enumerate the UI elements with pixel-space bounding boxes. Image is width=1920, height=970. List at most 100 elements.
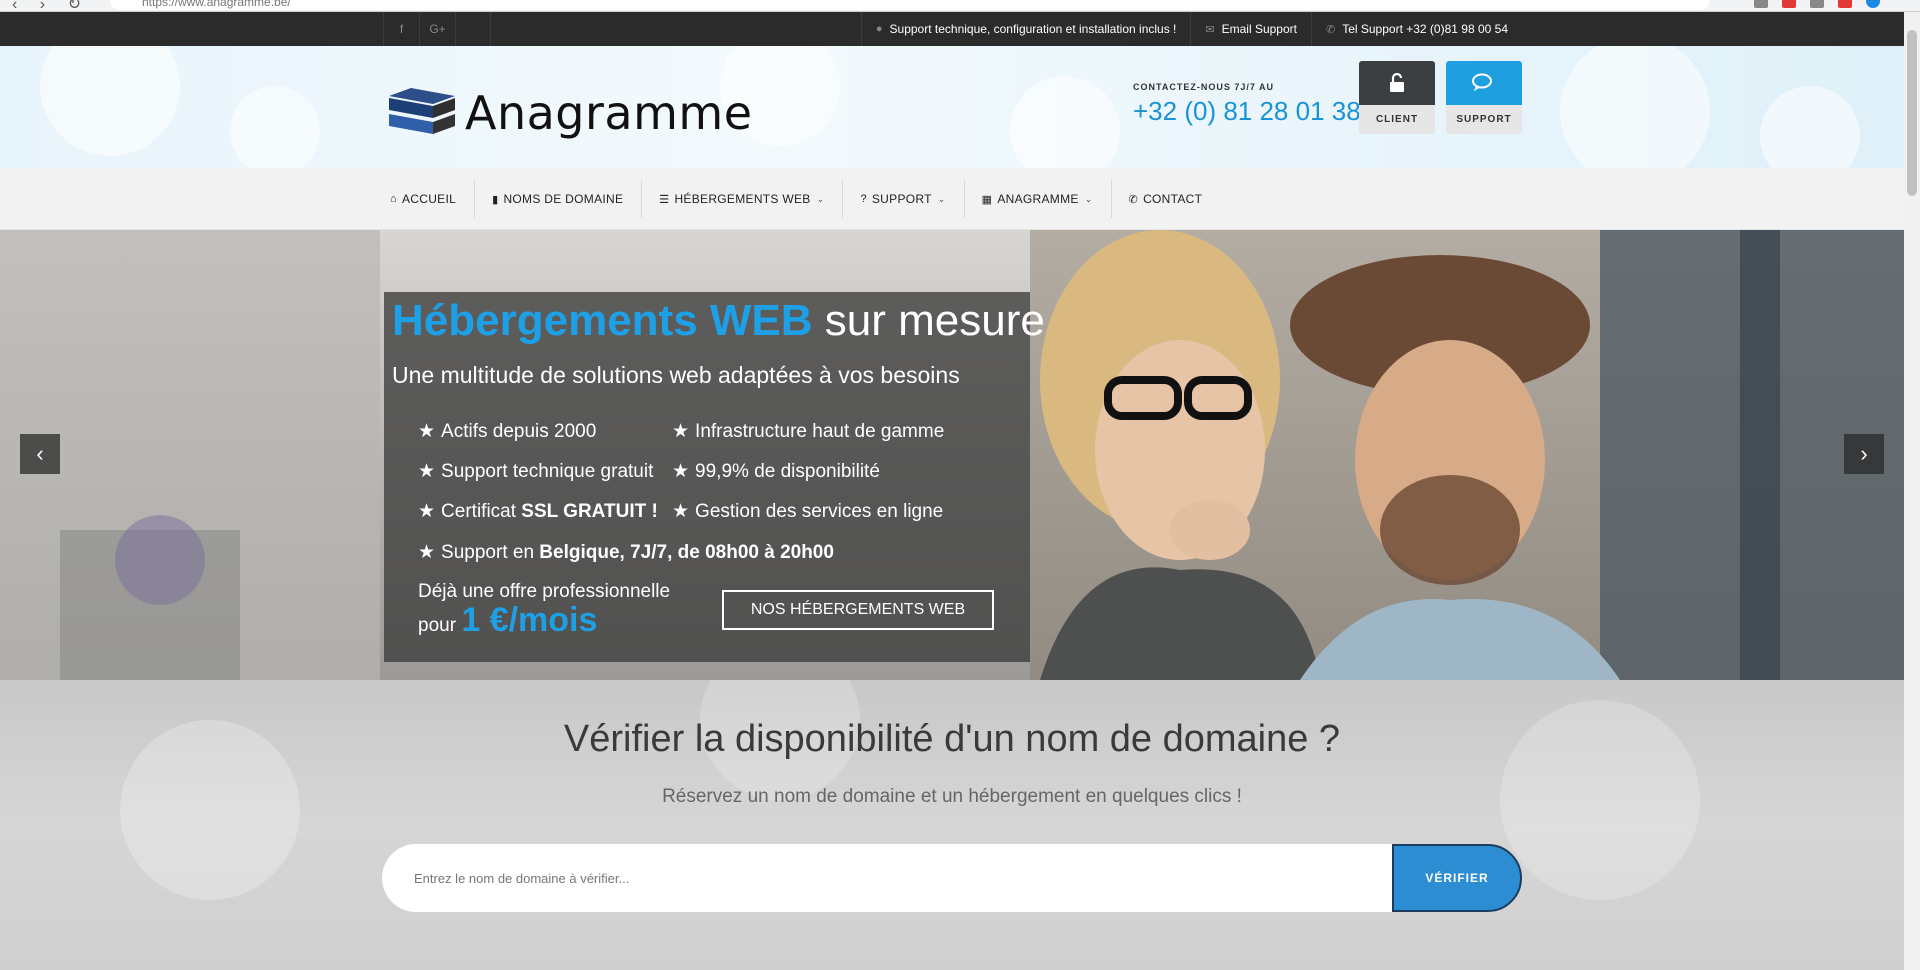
verify-button[interactable]: VÉRIFIER: [1392, 844, 1522, 912]
phone-icon: ✆: [1128, 193, 1139, 206]
nav-items: ⌂ ACCUEIL ▮ NOMS DE DOMAINE ☰ HÉBERGEMEN…: [372, 168, 1220, 230]
nav-item-anagramme[interactable]: ▦ ANAGRAMME ⌄: [963, 168, 1111, 230]
browser-nav: ‹ › ↻: [12, 0, 99, 11]
email-support-text: Email Support: [1221, 22, 1297, 36]
top-bar-info: ● Support technique, configuration et in…: [860, 12, 1522, 46]
chevron-down-icon: ⌄: [1084, 193, 1093, 204]
offer-pour: pour: [418, 615, 457, 636]
extension-badge-icon[interactable]: [1782, 0, 1796, 8]
hero-title-highlight: Hébergements WEB: [392, 296, 813, 345]
offer-price-line: pour 1 €/mois: [418, 603, 670, 640]
nav-item-label: HÉBERGEMENTS WEB: [674, 192, 811, 206]
logo-mark-icon: [389, 88, 455, 134]
feature-item: ★ Support en Belgique, 7J/7, de 08h00 à 2…: [418, 541, 834, 564]
star-icon: ★: [418, 421, 436, 442]
domain-search-input[interactable]: [412, 844, 1372, 912]
feature-item: ★ Gestion des services en ligne: [672, 500, 943, 523]
support-button[interactable]: SUPPORT: [1446, 61, 1522, 134]
bokeh-decoration: [1010, 76, 1120, 168]
client-button[interactable]: CLIENT: [1359, 61, 1435, 134]
bookmark-icon: ▮: [492, 193, 499, 206]
nav-item-contact[interactable]: ✆ CONTACT: [1110, 168, 1221, 230]
hero-caption: Hébergements WEB sur mesure Une multitud…: [384, 292, 1045, 662]
email-support-link[interactable]: ✉ Email Support: [1190, 12, 1311, 46]
question-circle-icon: ?: [860, 193, 867, 205]
extension-icon[interactable]: [1810, 0, 1824, 8]
chevron-down-icon: ⌄: [816, 193, 825, 204]
feature-item: ★ 99,9% de disponibilité: [672, 460, 880, 483]
star-icon: ★: [672, 461, 690, 482]
slider-next-button[interactable]: ›: [1844, 434, 1884, 474]
nav-item-accueil[interactable]: ⌂ ACCUEIL: [372, 168, 474, 230]
building-icon: ▦: [981, 193, 993, 206]
star-icon: ★: [418, 501, 436, 522]
star-icon: ★: [418, 542, 436, 563]
client-button-label: CLIENT: [1359, 105, 1435, 134]
reload-icon[interactable]: ↻: [68, 0, 81, 11]
nav-item-hebergements-web[interactable]: ☰ HÉBERGEMENTS WEB ⌄: [641, 168, 842, 230]
nav-item-label: CONTACT: [1143, 192, 1203, 206]
chevron-down-icon: ⌄: [937, 193, 946, 204]
profile-icon[interactable]: [1866, 0, 1880, 8]
domain-subtitle: Réservez un nom de domaine et un héberge…: [662, 786, 1242, 807]
envelope-icon: ✉: [1205, 23, 1215, 36]
social-slot: [455, 12, 491, 46]
hebergements-cta-button[interactable]: NOS HÉBERGEMENTS WEB: [722, 590, 994, 630]
hero-offer: Déjà une offre professionnelle pour 1 €/…: [418, 578, 670, 640]
support-button-label: SUPPORT: [1446, 105, 1522, 134]
feature-text-bold: Belgique, 7J/7, de 08h00 à 20h00: [539, 542, 834, 563]
forward-icon[interactable]: ›: [40, 0, 45, 11]
unlock-icon: [1359, 61, 1435, 105]
feature-text: Infrastructure haut de gamme: [695, 421, 945, 442]
chevron-left-icon: ‹: [36, 441, 44, 466]
hero-title-rest: sur mesure: [812, 296, 1045, 345]
info-circle-icon: ●: [875, 23, 883, 35]
browser-chrome: ‹ › ↻ https://www.anagramme.be/: [0, 0, 1920, 12]
extension-badge-icon[interactable]: [1838, 0, 1852, 8]
list-icon: ☰: [659, 193, 670, 206]
nav-item-label: ANAGRAMME: [997, 192, 1079, 206]
nav-item-label: ACCUEIL: [401, 192, 457, 206]
star-icon[interactable]: [1754, 0, 1768, 8]
bokeh-decoration: [40, 46, 180, 156]
top-bar: f G+ ● Support technique, configuration …: [0, 12, 1908, 46]
slider-prev-button[interactable]: ‹: [20, 434, 60, 474]
back-icon[interactable]: ‹: [12, 0, 17, 11]
site-header: Anagramme CONTACTEZ-NOUS 7J/7 AU +32 (0)…: [0, 46, 1908, 168]
domain-title: Vérifier la disponibilité d'un nom de do…: [563, 718, 1341, 760]
logo-text: Anagramme: [465, 86, 753, 140]
site-logo[interactable]: Anagramme: [389, 86, 753, 140]
contact-phone[interactable]: +32 (0) 81 28 01 38: [1133, 96, 1361, 127]
support-info: ● Support technique, configuration et in…: [860, 12, 1191, 46]
feature-item: ★ Actifs depuis 2000: [418, 420, 596, 443]
feature-item: ★ Support technique gratuit: [418, 460, 653, 483]
header-contact: CONTACTEZ-NOUS 7J/7 AU +32 (0) 81 28 01 …: [1133, 82, 1361, 127]
nav-item-label: NOMS DE DOMAINE: [503, 192, 624, 206]
hero-title: Hébergements WEB sur mesure: [392, 296, 1045, 346]
star-icon: ★: [672, 421, 690, 442]
page-scrollbar[interactable]: [1904, 12, 1920, 970]
tel-support-link[interactable]: ✆ Tel Support +32 (0)81 98 00 54: [1310, 12, 1522, 46]
bokeh-decoration: [1560, 46, 1710, 168]
feature-text: Gestion des services en ligne: [695, 501, 944, 522]
phone-icon: ✆: [1325, 23, 1336, 36]
google-plus-icon[interactable]: G+: [419, 12, 455, 46]
domain-search-form: VÉRIFIER: [382, 844, 1522, 912]
offer-price: 1 €/mois: [461, 601, 598, 639]
nav-item-noms-de-domaine[interactable]: ▮ NOMS DE DOMAINE: [474, 168, 641, 230]
feature-text: Support technique gratuit: [441, 461, 654, 482]
nav-item-support[interactable]: ? SUPPORT ⌄: [842, 168, 963, 230]
support-info-text: Support technique, configuration et inst…: [889, 22, 1177, 36]
feature-item: ★ Certificat SSL GRATUIT !: [418, 500, 658, 523]
star-icon: ★: [418, 461, 436, 482]
home-icon: ⌂: [390, 193, 397, 205]
feature-text: Actifs depuis 2000: [441, 421, 597, 442]
scrollbar-thumb[interactable]: [1907, 30, 1917, 196]
chevron-right-icon: ›: [1860, 441, 1868, 466]
address-bar[interactable]: https://www.anagramme.be/: [110, 0, 1710, 10]
feature-text: 99,9% de disponibilité: [695, 461, 880, 482]
social-links: f G+: [383, 12, 491, 46]
nav-item-label: SUPPORT: [871, 192, 932, 206]
bokeh-decoration: [230, 86, 320, 168]
facebook-icon[interactable]: f: [383, 12, 419, 46]
